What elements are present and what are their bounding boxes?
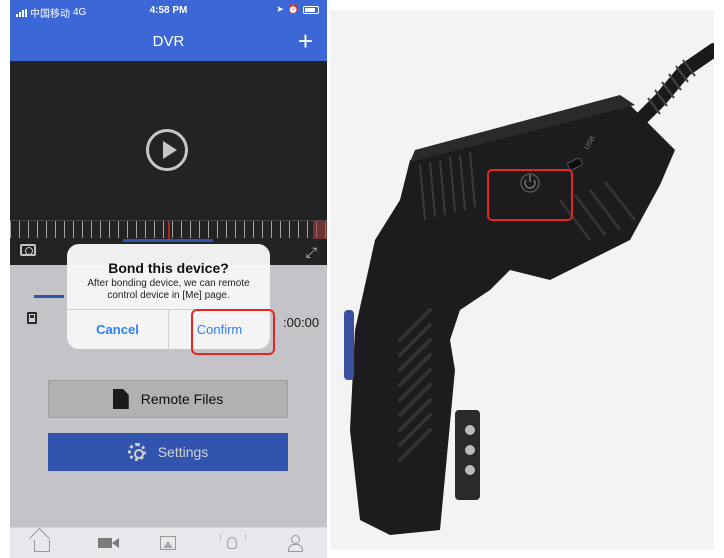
alarm-icon: ⏰ [287, 4, 299, 14]
image-icon [160, 536, 177, 550]
dialog-message: After bonding device, we can remote cont… [87, 278, 250, 301]
tab-light[interactable] [217, 531, 247, 555]
phone-screen: 中国移动 4G 4:58 PM ➤ ⏰ DVR + ⤢:00:00 Remot… [10, 0, 327, 558]
module-screw [465, 465, 475, 475]
module-screw [465, 425, 475, 435]
video-icon [98, 538, 120, 548]
home-icon [33, 540, 50, 552]
confirm-highlight-box [191, 309, 275, 355]
dashcam-illustration: USB [344, 43, 721, 535]
status-bar: 中国移动 4G 4:58 PM ➤ ⏰ [10, 0, 327, 22]
tab-me[interactable] [280, 531, 310, 555]
bulb-icon [219, 534, 246, 549]
dialog-title: Bond this device? [108, 260, 229, 276]
battery-icon [303, 5, 319, 14]
tab-video[interactable] [90, 531, 120, 555]
location-icon: ➤ [276, 4, 284, 14]
bottom-tab-bar [10, 527, 327, 558]
lower-module [455, 410, 480, 500]
tab-gallery[interactable] [153, 531, 183, 555]
add-device-button[interactable]: + [298, 26, 313, 57]
module-screw [465, 445, 475, 455]
tab-home[interactable] [27, 531, 57, 555]
device-photo: USB [330, 10, 721, 550]
lens-ring [344, 310, 354, 380]
status-right: ➤ ⏰ [276, 4, 319, 15]
nav-bar: DVR + [10, 22, 327, 61]
cancel-button[interactable]: Cancel [67, 310, 168, 349]
page-title: DVR [152, 33, 185, 50]
user-icon [288, 535, 304, 552]
